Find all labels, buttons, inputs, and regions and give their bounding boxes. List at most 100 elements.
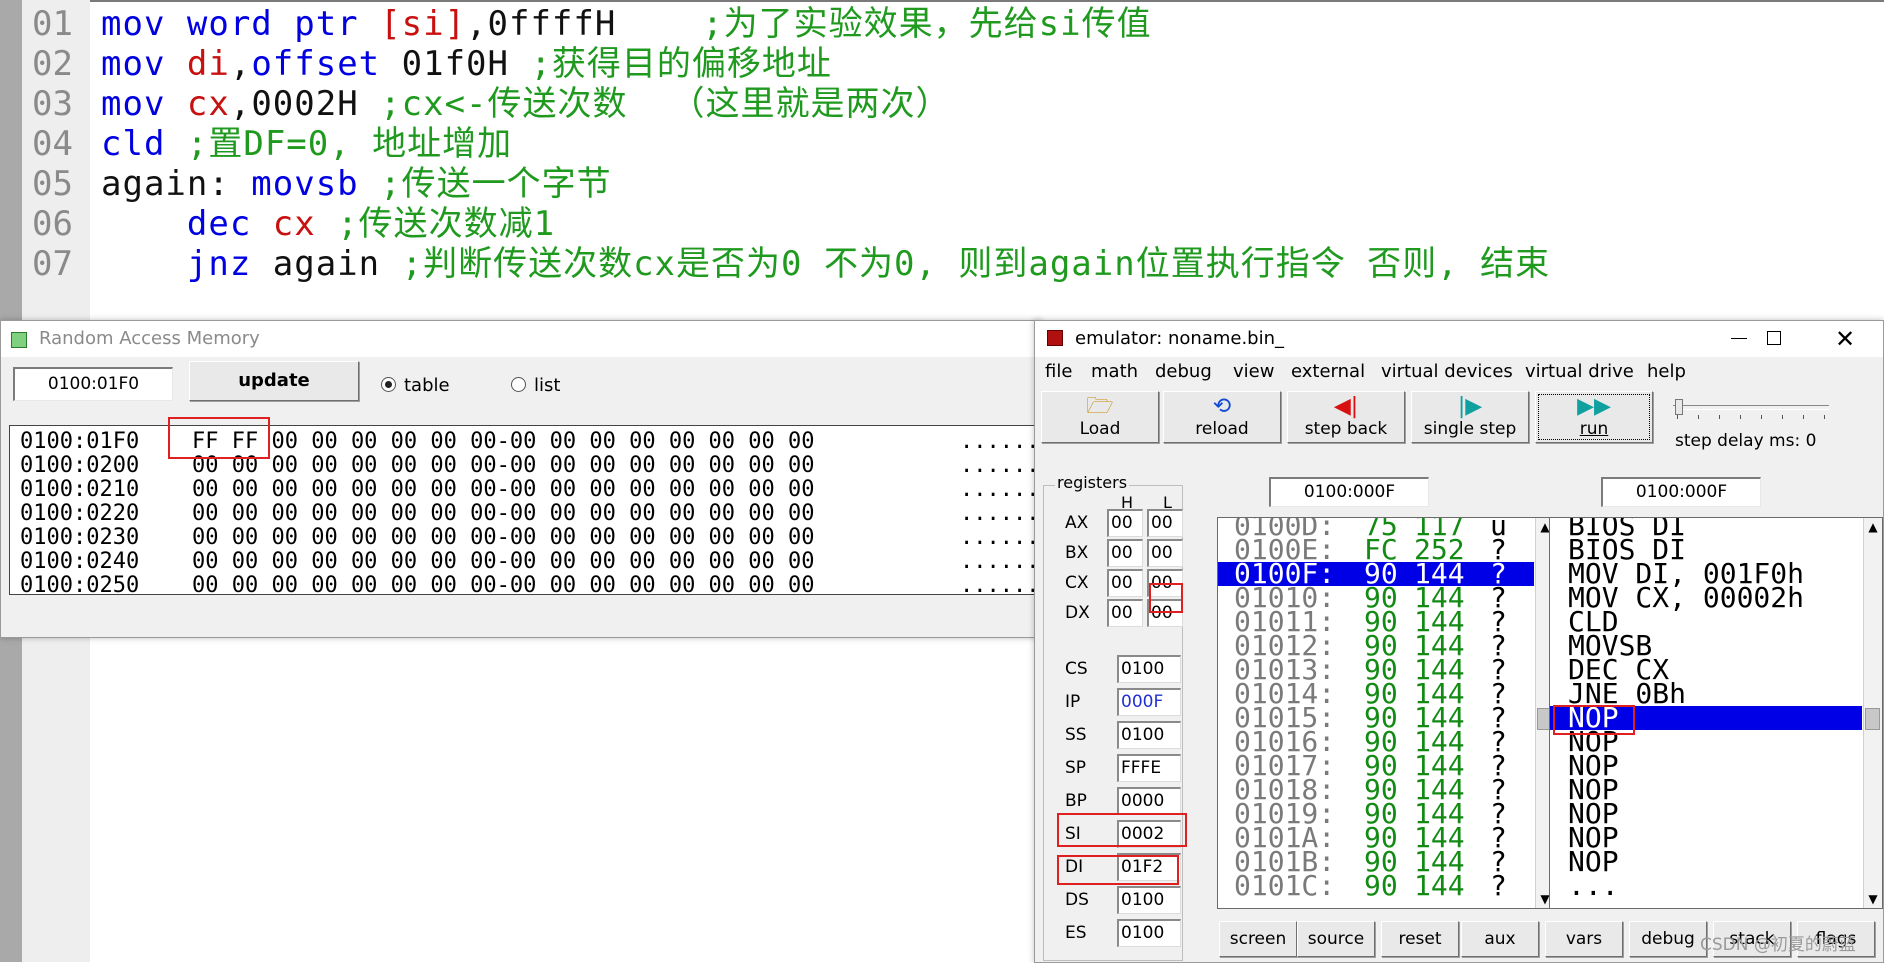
highlight-nop [1553, 705, 1635, 735]
code-token: ;获得目的偏移地址 [508, 44, 832, 84]
line-number: 06 [32, 204, 73, 244]
emulator-titlebar[interactable]: emulator: noname.bin_ ✕ [1035, 321, 1883, 357]
step-delay-label: step delay ms: 0 [1675, 431, 1817, 451]
code-text: mov cx,0002H ;cx<-传送次数 （这里就是两次） [101, 84, 950, 124]
load-button[interactable]: 🗁 Load [1041, 391, 1159, 443]
code-token: ;cx<-传送次数 （这里就是两次） [358, 84, 951, 124]
menu-math[interactable]: math [1091, 361, 1138, 382]
register-bl-field[interactable]: 00 [1147, 539, 1183, 567]
radio-list-dot[interactable] [511, 377, 526, 392]
code-token: again: [101, 164, 252, 204]
register-ch-field[interactable]: 00 [1107, 569, 1143, 597]
vars-button[interactable]: vars [1545, 921, 1623, 957]
step-back-icon: ◀| [1333, 394, 1359, 419]
code-text: dec cx ;传送次数减1 [101, 204, 555, 244]
menu-view[interactable]: view [1233, 361, 1274, 382]
code-token: 01f0H [401, 44, 509, 84]
menu-help[interactable]: help [1647, 361, 1686, 382]
menu-virtual-drive[interactable]: virtual drive [1525, 361, 1634, 382]
memory-row-ascii: ...... [960, 453, 1040, 478]
emulator-menubar: file math debug view external virtual de… [1035, 357, 1883, 387]
register-bp-label: BP [1065, 791, 1087, 811]
register-cs-field[interactable]: 0100 [1117, 655, 1181, 683]
register-dh-field[interactable]: 00 [1107, 599, 1143, 627]
ram-window[interactable]: Random Access Memory 0100:01F0 update ta… [0, 320, 1042, 638]
dump-address-input[interactable]: 0100:000F [1269, 477, 1429, 507]
disasm-scroll-down-icon[interactable]: ▼ [1864, 890, 1882, 908]
memory-row-ascii: ...... [960, 525, 1040, 550]
memory-row-address: 0100:01F0 [20, 429, 140, 454]
emulator-window-title: emulator: noname.bin_ [1075, 328, 1285, 349]
step-delay-slider[interactable] [1673, 399, 1833, 419]
memory-row-ascii: ...... [960, 429, 1040, 454]
radio-table[interactable]: table [381, 375, 450, 396]
update-button[interactable]: update [189, 361, 359, 401]
menu-file[interactable]: file [1045, 361, 1072, 382]
memory-dump-list[interactable]: 0100D: 75 117 u 0100E: FC 252? 0100F: 90 144? 0101… [1217, 517, 1555, 909]
disasm-address-input[interactable]: 0100:000F [1601, 477, 1761, 507]
ram-window-icon [11, 332, 27, 348]
folder-open-icon: 🗁 [1086, 394, 1114, 419]
dump-row-hex: 90 [1364, 869, 1398, 902]
code-token: mov [101, 44, 187, 84]
code-token: cld [101, 124, 166, 164]
emulator-window[interactable]: emulator: noname.bin_ ✕ file math debug … [1034, 320, 1884, 963]
radio-list[interactable]: list [511, 375, 560, 396]
disasm-scrollbar[interactable]: ▲ ▼ [1863, 518, 1882, 908]
radio-table-dot[interactable] [381, 377, 396, 392]
register-bx-label: BX [1065, 543, 1089, 563]
code-token: mov [101, 84, 187, 124]
maximize-icon[interactable] [1767, 331, 1781, 345]
debug-button[interactable]: debug [1629, 921, 1707, 957]
register-ds-field[interactable]: 0100 [1117, 886, 1181, 914]
close-icon[interactable]: ✕ [1835, 323, 1855, 355]
register-ds-label: DS [1065, 890, 1089, 910]
code-token: cx [272, 204, 316, 244]
memory-row-bytes: 00 00 00 00 00 00 00 00-00 00 00 00 00 0… [192, 477, 815, 502]
code-token: di [186, 44, 230, 84]
register-es-field[interactable]: 0100 [1117, 919, 1181, 947]
code-token: [si] [380, 4, 467, 44]
run-icon: ▶▶ [1577, 394, 1611, 419]
load-label: Load [1079, 419, 1121, 439]
disasm-row[interactable]: ... [1550, 872, 1862, 900]
register-ip-field[interactable]: 000F [1117, 688, 1181, 716]
register-al-field[interactable]: 00 [1147, 509, 1183, 537]
code-token: , [229, 84, 252, 124]
menu-virtual-devices[interactable]: virtual devices [1381, 361, 1513, 382]
code-editor[interactable]: 01 mov word ptr [si],0ffffH ;为了实验效果，先给si传… [0, 0, 1884, 962]
disasm-scroll-thumb[interactable] [1865, 708, 1880, 730]
register-ah-field[interactable]: 00 [1107, 509, 1143, 537]
dump-row-ch: ? [1490, 869, 1507, 902]
register-ss-field[interactable]: 0100 [1117, 721, 1181, 749]
line-number: 05 [32, 164, 73, 204]
menu-debug[interactable]: debug [1155, 361, 1212, 382]
single-step-button[interactable]: |▶ single step [1411, 391, 1529, 443]
screen-button[interactable]: screen [1219, 921, 1297, 957]
step-back-button[interactable]: ◀| step back [1287, 391, 1405, 443]
source-button[interactable]: source [1297, 921, 1375, 957]
code-token: offset [251, 44, 402, 84]
emulator-app-icon [1047, 330, 1063, 346]
memory-row-ascii: ...... [960, 573, 1040, 595]
register-sp-field[interactable]: FFFE [1117, 754, 1181, 782]
radio-table-label: table [404, 375, 450, 396]
slider-thumb[interactable] [1675, 399, 1683, 415]
ram-titlebar[interactable]: Random Access Memory [1, 321, 1041, 357]
reload-button[interactable]: ⟲ reload [1163, 391, 1281, 443]
reset-button[interactable]: reset [1381, 921, 1459, 957]
disasm-scroll-up-icon[interactable]: ▲ [1864, 518, 1882, 536]
register-cs-label: CS [1065, 659, 1088, 679]
register-bp-field[interactable]: 0000 [1117, 787, 1181, 815]
run-button[interactable]: ▶▶ run [1535, 391, 1653, 443]
memory-table[interactable]: 0100:01F0 FF FF 00 00 00 00 00 00-00 00 0… [9, 425, 1041, 595]
aux-button[interactable]: aux [1461, 921, 1539, 957]
minimize-icon[interactable] [1731, 338, 1747, 339]
dump-row[interactable]: 0101C: 90 144? [1218, 869, 1534, 902]
code-token: ;传送一个字节 [358, 164, 612, 204]
memory-row-bytes: 00 00 00 00 00 00 00 00-00 00 00 00 00 0… [192, 501, 815, 526]
register-bh-field[interactable]: 00 [1107, 539, 1143, 567]
menu-external[interactable]: external [1291, 361, 1365, 382]
code-text: mov di,offset 01f0H ;获得目的偏移地址 [101, 44, 832, 84]
ram-address-input[interactable]: 0100:01F0 [13, 367, 173, 401]
